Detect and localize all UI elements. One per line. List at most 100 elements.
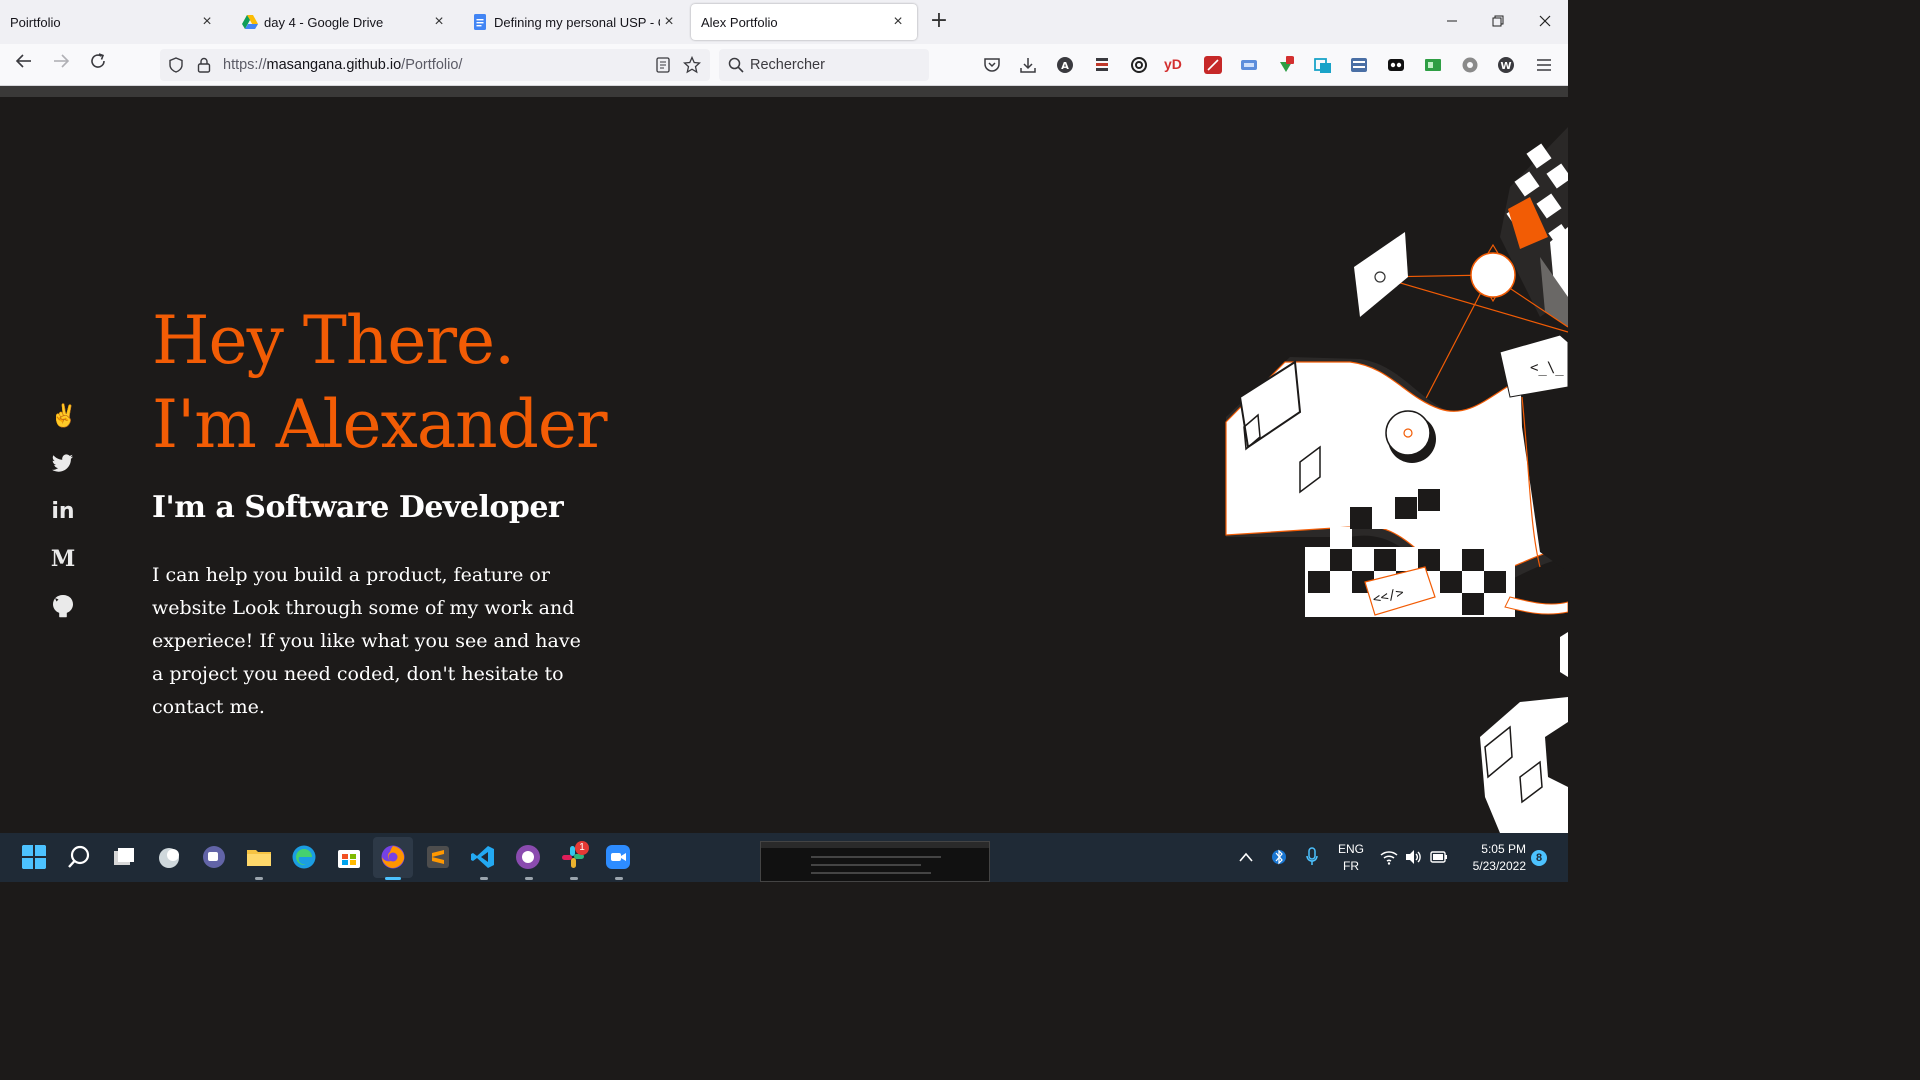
medium-icon[interactable]: M bbox=[50, 546, 76, 572]
chevron-up-icon[interactable] bbox=[1238, 851, 1254, 863]
angellist-icon[interactable]: ✌ bbox=[50, 403, 77, 429]
language-secondary[interactable]: FR bbox=[1334, 859, 1368, 873]
link-extension-icon[interactable] bbox=[1130, 56, 1148, 74]
url-path: /Portfolio/ bbox=[401, 57, 463, 73]
file-explorer-icon[interactable] bbox=[246, 844, 272, 870]
wifi-icon[interactable] bbox=[1380, 849, 1398, 865]
tab-close-icon[interactable]: × bbox=[660, 13, 678, 31]
active-indicator bbox=[385, 877, 401, 880]
arrow-right-icon bbox=[54, 54, 70, 68]
tab-close-icon[interactable]: × bbox=[889, 13, 907, 31]
reader-view-icon[interactable] bbox=[656, 57, 670, 73]
shield-icon[interactable] bbox=[168, 57, 184, 73]
microsoft-store-icon[interactable] bbox=[336, 844, 362, 870]
gear-extension-icon[interactable] bbox=[1461, 56, 1479, 74]
search-input[interactable]: Rechercher bbox=[750, 57, 825, 73]
reload-icon bbox=[91, 53, 105, 68]
google-docs-icon bbox=[474, 14, 486, 30]
tab-close-icon[interactable]: × bbox=[198, 13, 216, 31]
github-icon[interactable] bbox=[50, 593, 76, 619]
firefox-icon[interactable] bbox=[380, 844, 406, 870]
widgets-icon[interactable] bbox=[156, 844, 182, 870]
tab-poirtfolio[interactable]: Poirtfolio × bbox=[0, 4, 226, 40]
hero-title-line-2: I'm Alexander bbox=[152, 386, 608, 463]
page-top-strip bbox=[0, 86, 1568, 97]
pdf-extension-icon[interactable] bbox=[1204, 56, 1222, 74]
download-icon[interactable] bbox=[1019, 56, 1037, 74]
language-primary[interactable]: ENG bbox=[1334, 842, 1368, 856]
linkedin-icon[interactable]: in bbox=[50, 499, 76, 525]
clock-date[interactable]: 5/23/2022 bbox=[1452, 859, 1526, 873]
tab-alex-portfolio[interactable]: Alex Portfolio × bbox=[691, 4, 917, 40]
translate-extension-icon[interactable] bbox=[1240, 56, 1258, 74]
hero-subtitle: I'm a Software Developer bbox=[152, 490, 564, 525]
bottom-right-shapes bbox=[1480, 632, 1568, 833]
windows-taskbar: 1 ENG FR 5:05 PM 5/23/2022 8 bbox=[0, 833, 1568, 882]
hero-description: I can help you build a product, feature … bbox=[152, 564, 581, 718]
minimize-icon[interactable] bbox=[1437, 8, 1467, 36]
window-thumbnail-preview[interactable] bbox=[760, 841, 990, 882]
windows-start-icon[interactable] bbox=[21, 844, 47, 870]
spreadsheet-extension-icon[interactable] bbox=[1424, 56, 1442, 74]
restore-icon[interactable] bbox=[1483, 8, 1513, 36]
reload-button[interactable] bbox=[85, 52, 111, 78]
close-window-icon[interactable] bbox=[1530, 8, 1560, 36]
lock-icon[interactable] bbox=[197, 57, 211, 73]
svg-text:A: A bbox=[1061, 61, 1069, 72]
github-desktop-icon[interactable] bbox=[515, 844, 541, 870]
edge-browser-icon[interactable] bbox=[291, 844, 317, 870]
zoom-icon[interactable] bbox=[605, 844, 631, 870]
mask-extension-icon[interactable] bbox=[1387, 56, 1405, 74]
account-a-icon[interactable]: A bbox=[1056, 56, 1074, 74]
hero-title: Hey There. I'm Alexander bbox=[152, 299, 608, 467]
pocket-icon[interactable] bbox=[983, 56, 1001, 74]
battery-icon[interactable] bbox=[1430, 850, 1448, 864]
running-indicator bbox=[255, 877, 263, 880]
url-text[interactable]: https://masangana.github.io/Portfolio/ bbox=[223, 57, 462, 73]
slack-notification-badge: 1 bbox=[575, 841, 589, 855]
bookmark-star-icon[interactable] bbox=[683, 56, 701, 74]
tab-title: day 4 - Google Drive bbox=[264, 14, 384, 30]
checker-pattern-top bbox=[1500, 127, 1568, 327]
yd-extension-icon[interactable]: yD bbox=[1164, 56, 1182, 72]
code-tag-1: <_\_ bbox=[1530, 360, 1564, 376]
teams-chat-icon[interactable] bbox=[201, 844, 227, 870]
diamond-shape bbox=[1354, 232, 1408, 317]
hero-illustration: <_\_ <</> bbox=[1225, 127, 1568, 833]
vscode-icon[interactable] bbox=[470, 844, 496, 870]
arrow-left-icon bbox=[15, 54, 31, 68]
url-bar[interactable]: https://masangana.github.io/Portfolio/ bbox=[160, 49, 710, 81]
twitter-icon[interactable] bbox=[50, 450, 76, 476]
back-button[interactable] bbox=[11, 52, 37, 78]
menu-hamburger-icon[interactable] bbox=[1535, 56, 1553, 74]
tab-close-icon[interactable]: × bbox=[430, 13, 448, 31]
tab-google-docs[interactable]: Defining my personal USP - Goo × bbox=[462, 4, 688, 40]
search-icon bbox=[728, 57, 744, 73]
url-host: masangana.github.io bbox=[266, 57, 402, 73]
microphone-icon[interactable] bbox=[1305, 847, 1319, 867]
new-tab-button[interactable]: + bbox=[926, 9, 952, 35]
bluetooth-icon[interactable] bbox=[1272, 847, 1286, 867]
download-helper-icon[interactable] bbox=[1277, 56, 1295, 74]
search-icon[interactable] bbox=[66, 844, 92, 870]
running-indicator bbox=[615, 877, 623, 880]
notification-count-badge[interactable]: 8 bbox=[1531, 850, 1547, 866]
sublime-text-icon[interactable] bbox=[425, 844, 451, 870]
tab-title: Alex Portfolio bbox=[701, 14, 778, 30]
task-view-icon[interactable] bbox=[111, 844, 137, 870]
google-drive-icon bbox=[242, 15, 258, 29]
running-indicator bbox=[480, 877, 488, 880]
wordpress-extension-icon[interactable]: W bbox=[1497, 56, 1515, 74]
tab-google-drive[interactable]: day 4 - Google Drive × bbox=[232, 4, 458, 40]
tab-title: Poirtfolio bbox=[10, 14, 61, 30]
stack-extension-icon[interactable] bbox=[1093, 56, 1111, 74]
running-indicator bbox=[525, 877, 533, 880]
volume-icon[interactable] bbox=[1404, 849, 1422, 865]
forward-button[interactable] bbox=[48, 52, 74, 78]
hero-title-line-1: Hey There. bbox=[152, 302, 515, 379]
tab-manager-icon[interactable] bbox=[1350, 56, 1368, 74]
url-prefix: https:// bbox=[223, 57, 267, 73]
screenshot-extension-icon[interactable] bbox=[1314, 56, 1332, 74]
clock-time[interactable]: 5:05 PM bbox=[1458, 842, 1526, 856]
search-bar[interactable]: Rechercher bbox=[719, 49, 929, 81]
